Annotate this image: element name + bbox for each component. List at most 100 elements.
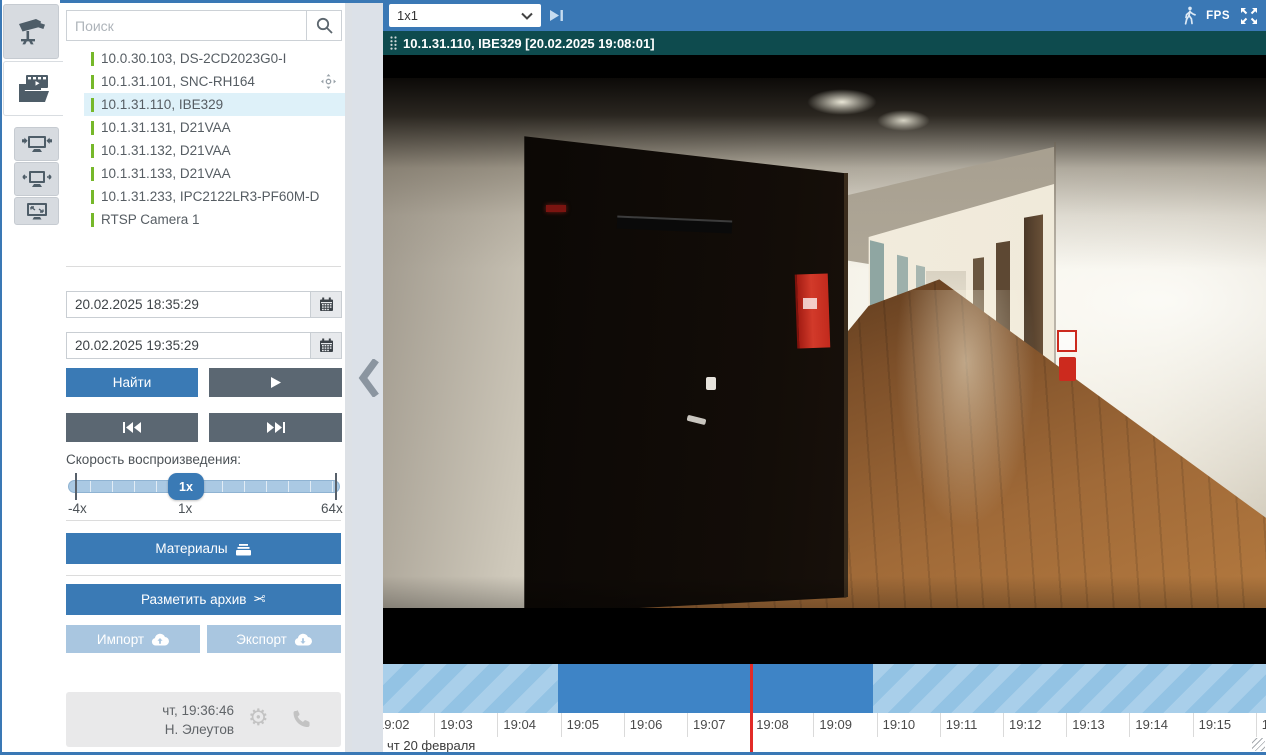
camera-status-marker xyxy=(91,167,94,181)
materials-button-label: Материалы xyxy=(155,541,227,556)
timeline-band[interactable] xyxy=(383,664,1266,713)
date-from-input[interactable] xyxy=(67,292,310,317)
camera-status-marker xyxy=(91,190,94,204)
fast-forward-button[interactable] xyxy=(209,413,342,442)
timeline-tick: 19:05 xyxy=(561,713,624,737)
camera-label: 10.1.31.132, D21VAA xyxy=(101,143,231,158)
tab-fit-to-window[interactable] xyxy=(14,127,59,161)
camera-list-item[interactable]: 10.1.31.132, D21VAA xyxy=(84,139,345,162)
timeline-tick: 19:13 xyxy=(1066,713,1129,737)
timeline-tick: 19:06 xyxy=(624,713,687,737)
search-input[interactable] xyxy=(67,11,306,40)
settings-gear-icon[interactable]: ⚙ xyxy=(248,706,269,729)
scene-fire-cabinet-label xyxy=(803,298,816,309)
timeline-tick: 19:10 xyxy=(877,713,940,737)
tab-scale-view[interactable] xyxy=(14,197,59,225)
speed-max-label: 64x xyxy=(321,501,343,516)
materials-icon xyxy=(235,542,252,556)
divider xyxy=(66,266,341,267)
markup-archive-button[interactable]: Разметить архив ✂ xyxy=(66,584,341,615)
fps-label[interactable]: FPS xyxy=(1206,10,1230,22)
grid-layout-value: 1x1 xyxy=(397,8,418,23)
tab-live-view[interactable] xyxy=(3,4,59,59)
import-button[interactable]: Импорт xyxy=(66,625,200,653)
timeline-tick: 19:04 xyxy=(497,713,560,737)
find-button[interactable]: Найти xyxy=(66,368,198,397)
phone-icon[interactable] xyxy=(290,707,313,730)
timeline-tick: 19:07 xyxy=(687,713,750,737)
camera-list-item[interactable]: RTSP Camera 1 xyxy=(84,208,345,231)
chevron-down-icon xyxy=(521,12,533,20)
camera-label: 10.1.31.110, IBE329 xyxy=(101,97,223,112)
camera-list-item[interactable]: 10.1.31.233, IPC2122LR3-PF60M-D xyxy=(84,185,345,208)
camera-list-item[interactable]: 10.1.31.131, D21VAA xyxy=(84,116,345,139)
speed-min-label: -4x xyxy=(68,501,87,516)
scene-ceiling-light xyxy=(807,89,878,116)
timeline-labels: 19:0219:0319:0419:0519:0619:0719:0819:09… xyxy=(383,713,1266,737)
play-button[interactable] xyxy=(209,368,342,397)
play-icon xyxy=(269,376,282,389)
date-from-field xyxy=(66,291,342,318)
ptz-arrows-icon[interactable] xyxy=(320,73,337,90)
toolbar-right-group: FPS xyxy=(1183,0,1258,31)
main-view: 1x1 xyxy=(383,0,1266,752)
cloud-download-icon xyxy=(294,633,312,646)
main-toolbar: 1x1 xyxy=(383,0,1266,31)
camera-list-item[interactable]: 10.0.30.103, DS-2CD2023G0-I xyxy=(84,47,345,70)
camera-list-item[interactable]: 10.1.31.133, D21VAA xyxy=(84,162,345,185)
tab-expand-to-screen[interactable] xyxy=(14,162,59,196)
date-from-calendar-button[interactable] xyxy=(310,292,341,317)
scissors-icon: ✂ xyxy=(253,592,266,607)
camera-list: 10.0.30.103, DS-2CD2023G0-I10.1.31.101, … xyxy=(84,47,345,231)
tab-archive-view[interactable] xyxy=(3,61,63,116)
monitor-diagonal-arrows-icon xyxy=(25,201,49,221)
timeline-tick: 19:12 xyxy=(1003,713,1066,737)
calendar-icon xyxy=(319,338,334,353)
materials-button[interactable]: Материалы xyxy=(66,533,341,564)
date-to-input[interactable] xyxy=(67,333,310,358)
scene-fire-cabinet xyxy=(795,274,830,349)
speed-slider-track[interactable] xyxy=(68,480,340,493)
camera-status-marker xyxy=(91,144,94,158)
timeline-tick: 19:15 xyxy=(1193,713,1256,737)
drag-handle-icon[interactable] xyxy=(390,36,397,50)
camera-list-item[interactable]: 10.1.31.101, SNC-RH164 xyxy=(84,70,345,93)
divider xyxy=(66,520,341,521)
camera-label: 10.1.31.233, IPC2122LR3-PF60M-D xyxy=(101,189,319,204)
video-cell-header: 10.1.31.110, IBE329 [20.02.2025 19:08:01… xyxy=(383,31,1266,55)
timeline-tick: 19:16 xyxy=(1256,713,1266,737)
camera-status-marker xyxy=(91,121,94,135)
camera-status-marker xyxy=(91,98,94,112)
camera-list-item[interactable]: 10.1.31.110, IBE329 xyxy=(84,93,345,116)
timeline-tick: 19:09 xyxy=(813,713,876,737)
session-status-text: чт, 19:36:46 Н. Элеутов xyxy=(76,701,234,739)
sidebar-collapse-handle[interactable] xyxy=(352,3,383,752)
timeline-playhead[interactable] xyxy=(750,664,753,752)
sidebar-scrollbar[interactable] xyxy=(345,3,352,752)
chevron-left-icon xyxy=(357,359,379,397)
monitor-arrows-in-icon xyxy=(22,132,52,156)
rewind-button[interactable] xyxy=(66,413,198,442)
export-button[interactable]: Экспорт xyxy=(207,625,341,653)
fullscreen-icon[interactable] xyxy=(1240,7,1258,25)
speed-slider-handle[interactable]: 1x xyxy=(168,473,204,500)
timeline-segment-solid[interactable] xyxy=(558,664,873,713)
grid-layout-select[interactable]: 1x1 xyxy=(389,4,541,27)
speed-slider[interactable]: 1x -4x 1x 64x xyxy=(66,469,342,509)
video-picture-hallway xyxy=(383,78,1266,608)
timeline-tick: 19:02 xyxy=(383,713,434,737)
timeline[interactable]: 19:0219:0319:0419:0519:0619:0719:0819:09… xyxy=(383,664,1266,752)
search-button[interactable] xyxy=(306,11,341,40)
timeline-segment-sparse[interactable] xyxy=(873,664,1266,713)
camera-status-marker xyxy=(91,75,94,89)
scene-door-sensor xyxy=(706,377,716,390)
timeline-segment-sparse[interactable] xyxy=(383,664,558,713)
resize-grip[interactable] xyxy=(1252,738,1265,751)
pedestrian-icon[interactable] xyxy=(1183,6,1196,25)
video-frame[interactable] xyxy=(383,55,1266,664)
scene-bottom-vignette xyxy=(383,576,1266,608)
scene-floor-gloss xyxy=(895,290,1036,529)
skip-to-end-button[interactable] xyxy=(549,9,564,22)
date-to-calendar-button[interactable] xyxy=(310,333,341,358)
speed-mid-label: 1x xyxy=(178,501,192,516)
